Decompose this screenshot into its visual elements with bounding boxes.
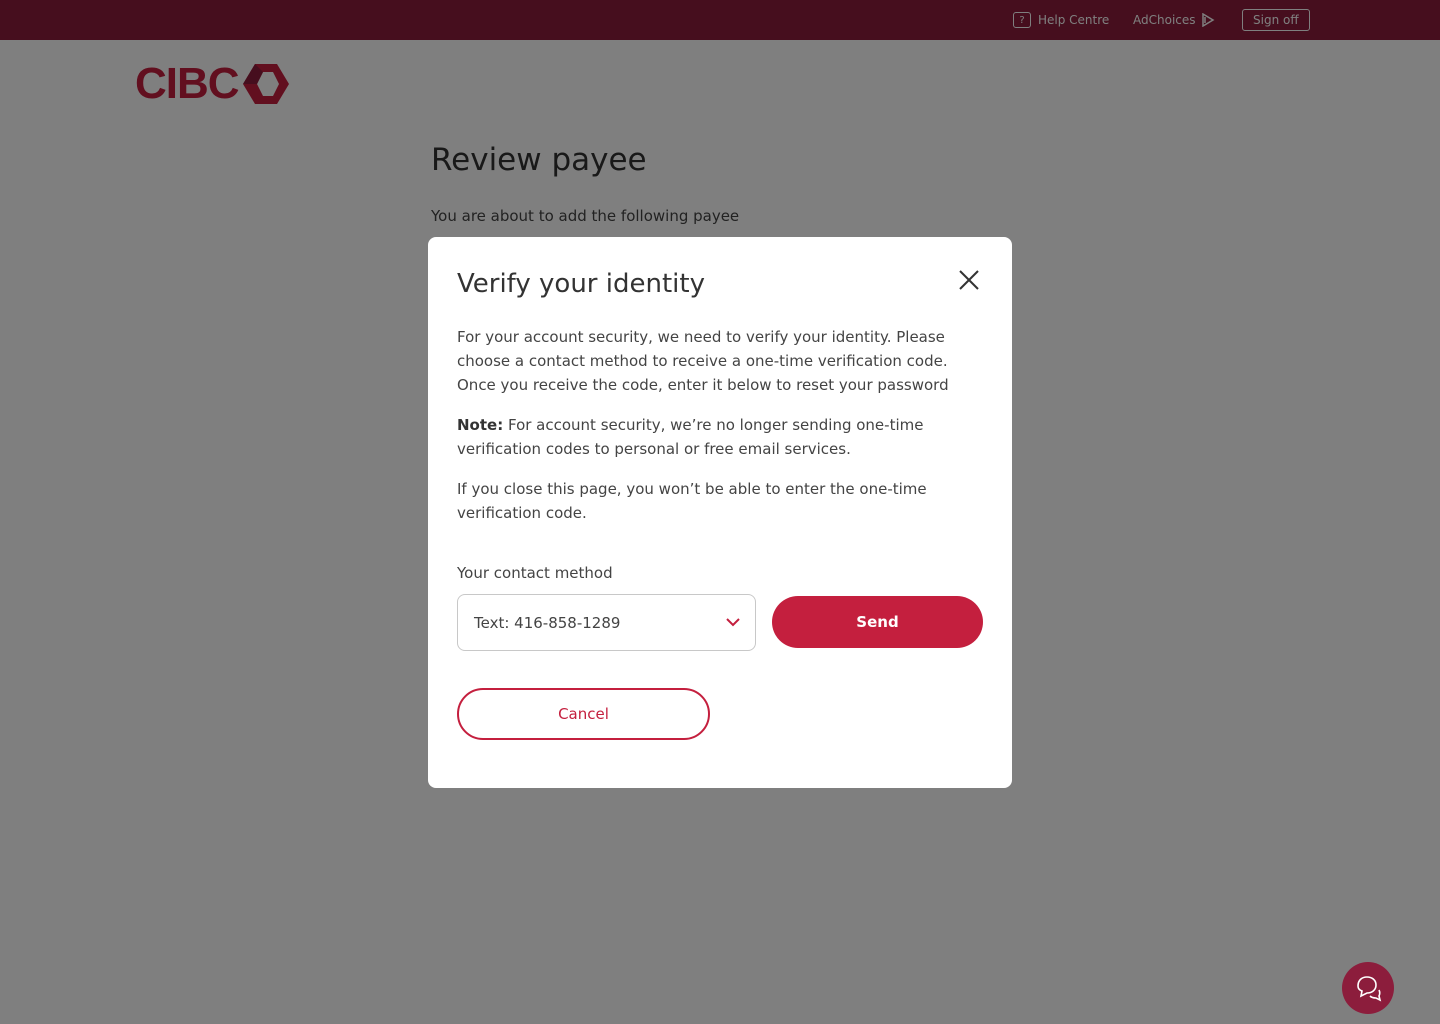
- note-label: Note:: [457, 416, 504, 434]
- contact-method-value: Text: 416-858-1289: [474, 613, 621, 632]
- note-paragraph: Note: For account security, we’re no lon…: [457, 413, 987, 461]
- close-button[interactable]: [954, 265, 984, 295]
- verify-identity-dialog: Verify your identity For your account se…: [428, 237, 1012, 788]
- send-button[interactable]: Send: [772, 596, 983, 648]
- close-icon: [959, 270, 979, 290]
- close-warning-paragraph: If you close this page, you won’t be abl…: [457, 480, 927, 522]
- cancel-button[interactable]: Cancel: [457, 688, 710, 740]
- contact-method-label: Your contact method: [457, 564, 613, 582]
- intro-paragraph: For your account security, we need to ve…: [457, 328, 949, 394]
- note-text: For account security, we’re no longer se…: [457, 416, 924, 458]
- chevron-down-icon: [726, 618, 740, 627]
- contact-method-select[interactable]: Text: 416-858-1289: [457, 594, 756, 651]
- dialog-title: Verify your identity: [457, 269, 705, 299]
- chat-icon: [1357, 976, 1382, 1002]
- chat-button[interactable]: [1342, 962, 1394, 1014]
